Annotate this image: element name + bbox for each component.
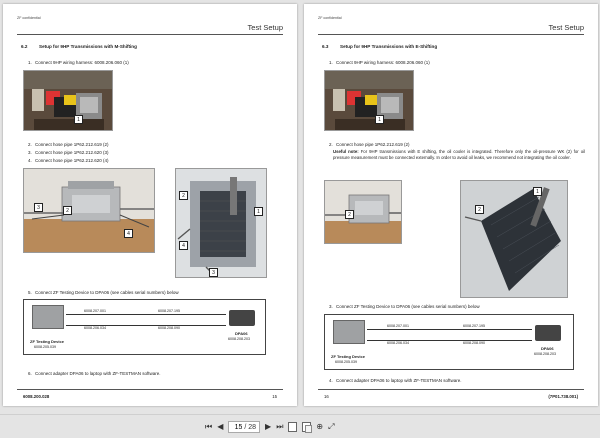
single-page-icon[interactable] <box>288 422 298 432</box>
fit-icon[interactable]: ⤢ <box>328 422 334 432</box>
callout-marker: 2 <box>345 210 354 219</box>
last-page-button[interactable]: ⏭ <box>276 422 283 432</box>
section-title: Setup for 9HP Transmissions with M-Shift… <box>39 44 137 49</box>
section-heading: 6.2 Setup for 9HP Transmissions with M-Sh… <box>21 44 137 49</box>
confidential-label: ZF confidential <box>17 16 41 20</box>
dpa06-image <box>535 325 561 341</box>
footer-document-number: (7P01.738.001) <box>548 394 578 399</box>
footer-divider <box>17 389 283 390</box>
first-page-button[interactable]: ⏮ <box>205 422 212 432</box>
useful-note-text: For 9HP transmissions with E shifting, t… <box>333 149 586 161</box>
document-page-left: ZF confidential Test Setup 6.2 Setup for … <box>3 4 297 406</box>
next-page-button[interactable]: ▶ <box>265 422 271 432</box>
confidential-label: ZF confidential <box>318 16 342 20</box>
step-item: 1. Connect 9HP wiring harness: 6008.206.0… <box>329 60 430 65</box>
page-navigation: ⏮ ◀ / 28 ▶ ⏭ ⊕ ⤢ <box>205 420 335 434</box>
adapter-label: DPA06 <box>541 346 554 351</box>
footer-page-number: 15 <box>272 394 277 399</box>
cable-number: 6008.207.001 <box>84 309 106 313</box>
wiring-harness-photo: 1 <box>23 70 113 131</box>
header-divider <box>318 34 584 35</box>
footer-page-number: 16 <box>324 394 329 399</box>
cable-number: 6008.208.090 <box>158 326 180 330</box>
callout-marker: 3 <box>34 203 43 212</box>
two-page-icon[interactable] <box>302 422 313 433</box>
page-header-title: Test Setup <box>548 23 584 32</box>
callout-marker: 2 <box>179 191 188 200</box>
useful-note: Useful note: For 9HP transmissions with … <box>333 149 585 161</box>
callout-marker: 4 <box>124 229 133 238</box>
adapter-number: 6008.208.203 <box>228 337 250 341</box>
step-item: 3. Connect hose pipe 1P62.212.620 (3) <box>28 150 109 155</box>
step-item: 2. Connect hose pipe 1P62.212.619 (2) <box>28 142 109 147</box>
adapter-label: DPA06 <box>235 331 248 336</box>
cable-number: 6008.208.090 <box>463 341 485 345</box>
previous-page-button[interactable]: ◀ <box>217 422 223 432</box>
cable-line <box>66 314 226 315</box>
cable-number: 6008.207.195 <box>158 309 180 313</box>
page-number-field[interactable]: / 28 <box>228 421 261 433</box>
useful-note-label: Useful note: <box>333 149 359 154</box>
step-item: 1. Connect 9HP wiring harness: 6008.206.0… <box>28 60 129 65</box>
step-item: 6. Connect adapter DPA06 to laptop with Z… <box>28 371 161 376</box>
testing-device-image <box>333 320 365 344</box>
hose-connection-photo: 2 <box>324 180 402 244</box>
footer-divider <box>318 389 584 390</box>
step-item: 4. Connect hose pipe 1P62.212.620 (4) <box>28 158 109 163</box>
callout-marker: 1 <box>74 115 83 124</box>
callout-marker: 2 <box>63 206 72 215</box>
section-number: 6.2 <box>21 44 28 49</box>
dpa06-image <box>229 310 255 326</box>
adapter-number: 6008.208.203 <box>534 352 556 356</box>
current-page-input[interactable] <box>232 423 243 431</box>
header-divider <box>17 34 283 35</box>
footer-document-number: 6008.200.028 <box>23 394 50 399</box>
cable-number: 6008.207.001 <box>387 324 409 328</box>
callout-marker: 2 <box>475 205 484 214</box>
callout-marker: 1 <box>375 115 384 124</box>
step-item: 3. Connect ZF Testing Device to DPA06 (se… <box>329 304 480 309</box>
page-header-title: Test Setup <box>247 23 283 32</box>
cable-number: 6008.207.195 <box>463 324 485 328</box>
testing-box-illustration <box>24 169 154 252</box>
callout-marker: 1 <box>533 187 542 196</box>
section-number: 6.3 <box>322 44 329 49</box>
step-item: 5. Connect ZF Testing Device to DPA06 (se… <box>28 290 179 295</box>
document-page-right: ZF confidential Test Setup 6.3 Setup for … <box>304 4 598 406</box>
device-label: ZF Testing Device <box>331 354 365 359</box>
transmission-illustration <box>461 181 567 297</box>
section-title: Setup for 9HP Transmissions with E-Shift… <box>340 44 438 49</box>
callout-marker: 1 <box>254 207 263 216</box>
wiring-harness-illustration <box>24 71 112 130</box>
viewer-toolbar: ⏮ ◀ / 28 ▶ ⏭ ⊕ ⤢ <box>0 414 600 438</box>
section-heading: 6.3 Setup for 9HP Transmissions with E-Sh… <box>322 44 437 49</box>
wiring-harness-illustration <box>325 71 413 130</box>
transmission-photo: 2 1 4 3 <box>175 168 267 278</box>
transmission-illustration <box>176 169 266 277</box>
cable-line <box>367 329 532 330</box>
cable-diagram: ZF Testing Device 6008.205.039 6008.207.… <box>23 299 266 355</box>
hose-connection-photo: 3 2 4 <box>23 168 155 253</box>
testing-device-image <box>32 305 64 329</box>
total-pages-label: / 28 <box>244 423 257 431</box>
transmission-photo: 1 2 <box>460 180 568 298</box>
device-number: 6008.205.039 <box>335 360 357 364</box>
cable-number: 6008.206.034 <box>387 341 409 345</box>
device-label: ZF Testing Device <box>30 339 64 344</box>
device-number: 6008.205.039 <box>34 345 56 349</box>
step-item: 4. Connect adapter DPA06 to laptop with Z… <box>329 378 462 383</box>
wiring-harness-photo: 1 <box>324 70 414 131</box>
testing-box-illustration <box>325 181 401 243</box>
callout-marker: 3 <box>209 268 218 277</box>
callout-marker: 4 <box>179 241 188 250</box>
zoom-icon[interactable]: ⊕ <box>316 422 323 432</box>
step-item: 2. Connect hose pipe 1P62.212.619 (2) <box>329 142 410 147</box>
cable-number: 6008.206.034 <box>84 326 106 330</box>
cable-diagram: ZF Testing Device 6008.205.039 6008.207.… <box>324 314 574 370</box>
